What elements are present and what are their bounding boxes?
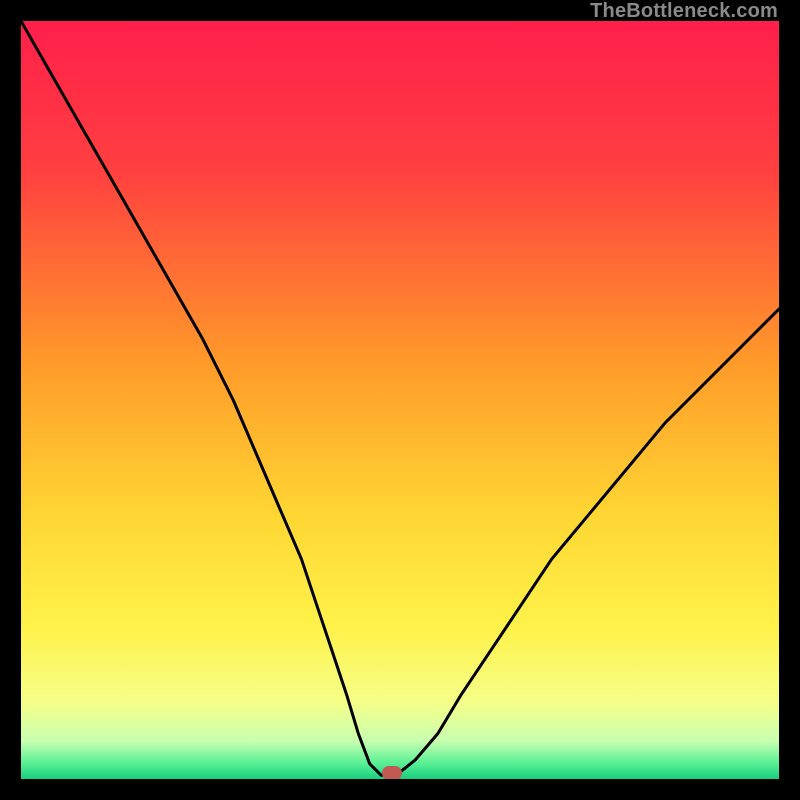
optimal-point-marker <box>382 766 402 779</box>
plot-area <box>21 21 779 779</box>
watermark-text: TheBottleneck.com <box>590 0 778 23</box>
chart-frame: TheBottleneck.com <box>0 0 800 800</box>
bottleneck-curve <box>21 21 779 779</box>
